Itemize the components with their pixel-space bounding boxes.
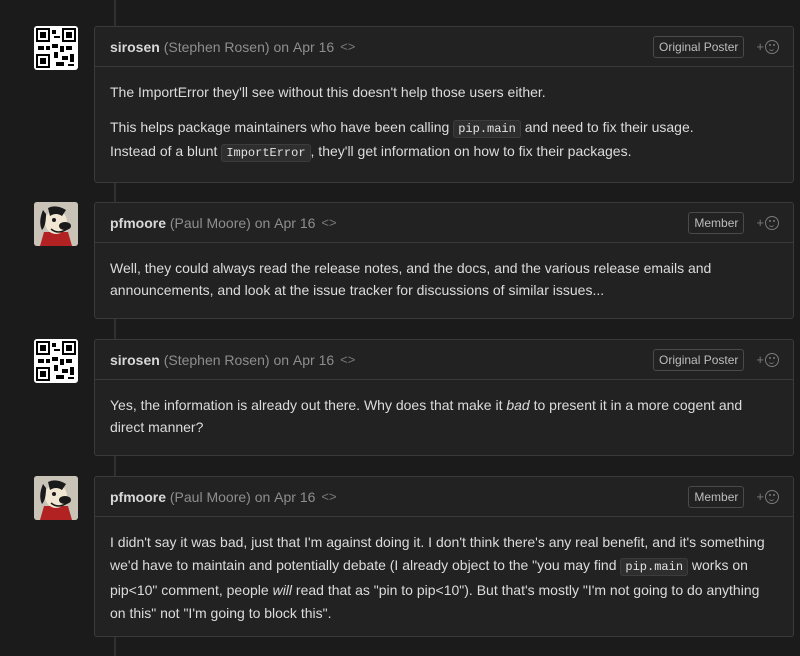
comment-header: pfmoore (Paul Moore) on Apr 16 <> Member… [95, 477, 793, 517]
role-badge: Member [688, 211, 745, 234]
on-label: on [273, 351, 290, 368]
code-view-icon[interactable]: <> [340, 39, 355, 54]
code-view-icon[interactable]: <> [321, 489, 336, 504]
comment: sirosen (Stephen Rosen) on Apr 16 <> Ori… [94, 339, 794, 456]
timeline-connector [114, 182, 116, 202]
smiley-icon [765, 39, 779, 54]
author-fullname: (Paul Moore) [169, 488, 251, 505]
emphasis-text: bad [506, 397, 530, 413]
author-name[interactable]: pfmoore [110, 215, 166, 231]
comment-header: sirosen (Stephen Rosen) on Apr 16 <> Ori… [95, 27, 793, 67]
comment-paragraph: Well, they could always read the release… [110, 260, 712, 298]
role-badge: Original Poster [653, 35, 745, 58]
comment-date[interactable]: Apr 16 [293, 39, 334, 55]
avatar[interactable] [34, 202, 78, 246]
comment-paragraph: Yes, the information is already out ther… [110, 397, 743, 435]
plus-label: + [756, 489, 764, 504]
comment: pfmoore (Paul Moore) on Apr 16 <> Member… [94, 476, 794, 637]
inline-code: pip.main [620, 558, 689, 576]
comment-date[interactable]: Apr 16 [274, 489, 315, 505]
comment-body: Yes, the information is already out ther… [95, 380, 793, 452]
add-reaction-button[interactable]: + [756, 215, 779, 230]
author-name[interactable]: sirosen [110, 39, 160, 55]
add-reaction-button[interactable]: + [756, 352, 779, 367]
avatar[interactable] [34, 339, 78, 383]
smiley-icon [765, 489, 779, 504]
role-badge: Member [688, 485, 745, 508]
timeline-connector [114, 455, 116, 476]
comment-paragraph: The ImportError they'll see without this… [110, 84, 546, 100]
avatar[interactable] [34, 26, 78, 70]
on-label: on [254, 488, 271, 505]
inline-code: pip.main [453, 120, 521, 138]
comment: sirosen (Stephen Rosen) on Apr 16 <> Ori… [94, 26, 794, 183]
cartoon-dog-avatar-icon [34, 202, 78, 246]
inline-code: ImportError [221, 144, 311, 162]
comment-body: Well, they could always read the release… [95, 243, 793, 315]
author-name[interactable]: sirosen [110, 352, 160, 368]
add-reaction-button[interactable]: + [756, 489, 779, 504]
timeline-connector [114, 318, 116, 339]
qr-code-avatar-icon [34, 339, 78, 383]
emphasis-text: will [272, 582, 293, 598]
timeline-connector [114, 636, 116, 656]
role-badge: Original Poster [653, 348, 745, 371]
author-name[interactable]: pfmoore [110, 489, 166, 505]
plus-label: + [756, 215, 764, 230]
comment-paragraph: This helps package maintainers who have … [110, 119, 694, 162]
comment: pfmoore (Paul Moore) on Apr 16 <> Member… [94, 202, 794, 319]
comment-body: I didn't say it was bad, just that I'm a… [95, 517, 793, 639]
code-view-icon[interactable]: <> [321, 215, 336, 230]
add-reaction-button[interactable]: + [756, 39, 779, 54]
code-view-icon[interactable]: <> [340, 352, 355, 367]
qr-code-avatar-icon [34, 26, 78, 70]
timeline-connector [114, 0, 116, 26]
smiley-icon [765, 352, 779, 367]
plus-label: + [756, 352, 764, 367]
smiley-icon [765, 215, 779, 230]
comment-date[interactable]: Apr 16 [274, 215, 315, 231]
cartoon-dog-avatar-icon [34, 476, 78, 520]
avatar[interactable] [34, 476, 78, 520]
comment-date[interactable]: Apr 16 [293, 352, 334, 368]
plus-label: + [756, 39, 764, 54]
comment-body: The ImportError they'll see without this… [95, 67, 793, 178]
author-fullname: (Paul Moore) [169, 214, 251, 231]
author-fullname: (Stephen Rosen) [163, 38, 270, 55]
comment-header: sirosen (Stephen Rosen) on Apr 16 <> Ori… [95, 340, 793, 380]
on-label: on [254, 214, 271, 231]
author-fullname: (Stephen Rosen) [163, 351, 270, 368]
on-label: on [273, 38, 290, 55]
comment-paragraph: I didn't say it was bad, just that I'm a… [110, 534, 765, 621]
comment-header: pfmoore (Paul Moore) on Apr 16 <> Member… [95, 203, 793, 243]
